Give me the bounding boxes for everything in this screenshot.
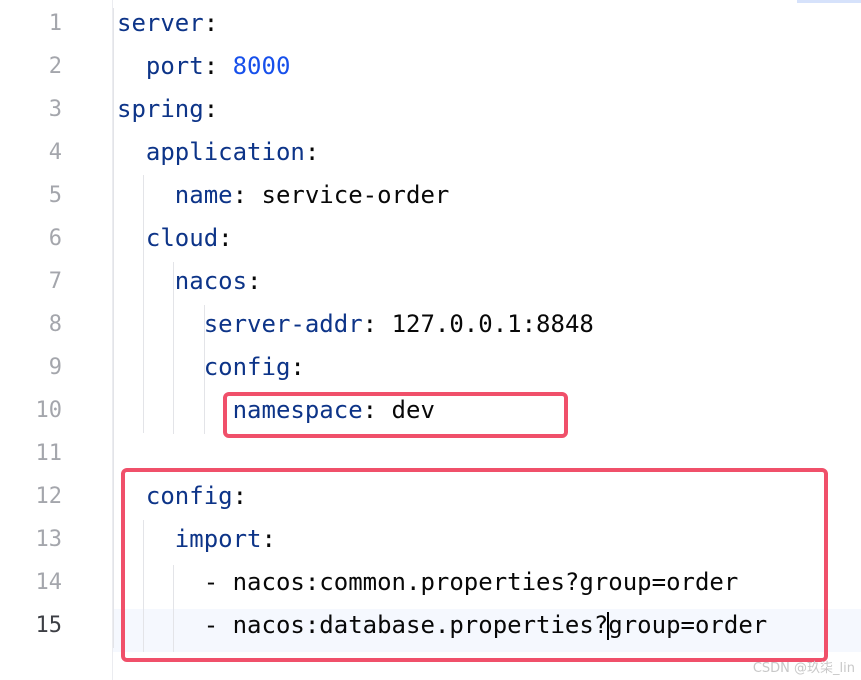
line-number[interactable]: 12 <box>0 475 63 518</box>
line-number[interactable]: 13 <box>0 518 63 561</box>
code-line[interactable]: port: 8000 <box>117 45 291 88</box>
yaml-value: 127.0.0.1:8848 <box>391 310 594 338</box>
indent-guide <box>173 262 174 434</box>
line-number[interactable]: 15 <box>0 604 63 647</box>
watermark: CSDN @玖柒_lin <box>752 661 855 676</box>
line-number[interactable]: 6 <box>0 217 62 260</box>
line-number[interactable]: 1 <box>0 2 62 45</box>
yaml-separator: : <box>290 353 305 381</box>
indent-guide <box>113 8 114 648</box>
line-number[interactable]: 4 <box>0 131 62 174</box>
namespace-highlight-box <box>223 392 568 438</box>
scroll-marker <box>797 0 861 3</box>
indent-guide <box>204 305 205 434</box>
config-import-highlight-box <box>121 468 828 662</box>
yaml-key: config <box>203 353 291 381</box>
code-line[interactable]: application: <box>117 131 319 174</box>
yaml-separator: : <box>203 52 233 80</box>
line-number[interactable]: 8 <box>0 303 62 346</box>
line-number[interactable]: 10 <box>0 389 63 432</box>
code-line[interactable]: cloud: <box>117 217 233 260</box>
code-line[interactable]: name: service-order <box>117 174 450 217</box>
code-line[interactable]: server-addr: 127.0.0.1:8848 <box>117 303 594 346</box>
yaml-key: server-addr <box>203 310 363 338</box>
code-line[interactable]: server: <box>117 2 218 45</box>
yaml-key: application <box>145 138 305 166</box>
yaml-separator: : <box>218 224 233 252</box>
code-line[interactable]: spring: <box>117 88 218 131</box>
code-line[interactable]: nacos: <box>117 260 262 303</box>
yaml-value: service-order <box>261 181 450 209</box>
line-number[interactable]: 9 <box>0 346 62 389</box>
yaml-key: port <box>145 52 204 80</box>
line-number[interactable]: 5 <box>0 174 62 217</box>
line-number[interactable]: 14 <box>0 561 63 604</box>
indent-guide <box>143 175 144 433</box>
yaml-key: spring <box>117 95 204 123</box>
code-line[interactable]: config: <box>117 346 305 389</box>
yaml-value: 8000 <box>232 52 291 80</box>
yaml-separator: : <box>304 138 320 166</box>
yaml-separator: : <box>203 9 219 37</box>
yaml-key: cloud <box>145 224 219 252</box>
yaml-key: name <box>174 181 233 209</box>
yaml-key: nacos <box>174 267 248 295</box>
line-number[interactable]: 3 <box>0 88 62 131</box>
line-number[interactable]: 2 <box>0 45 62 88</box>
yaml-separator: : <box>362 310 392 338</box>
yaml-separator: : <box>232 181 262 209</box>
yaml-separator: : <box>203 95 219 123</box>
line-number[interactable]: 11 <box>0 432 63 475</box>
yaml-separator: : <box>247 267 262 295</box>
yaml-key: server <box>117 9 204 37</box>
line-number[interactable]: 7 <box>0 260 62 303</box>
